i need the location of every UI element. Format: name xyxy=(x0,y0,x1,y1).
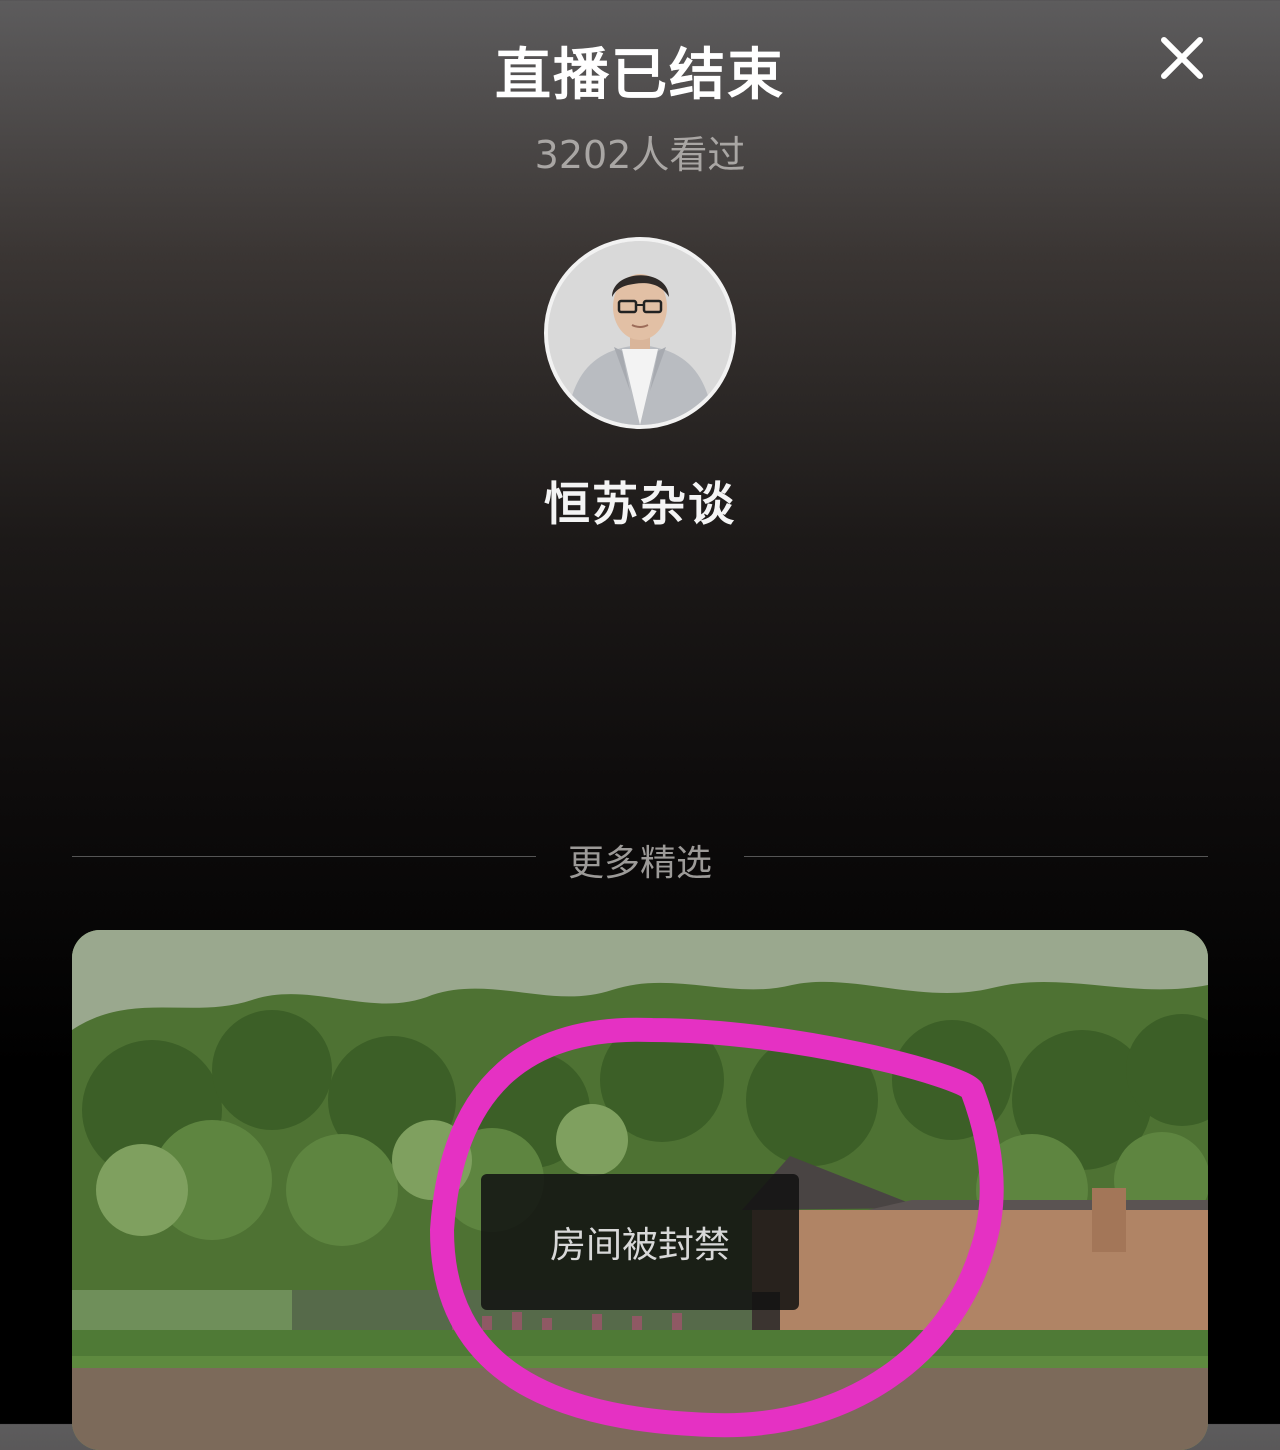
host-name[interactable]: 恒苏杂谈 xyxy=(0,468,1280,534)
avatar[interactable] xyxy=(544,237,736,429)
section-title: 更多精选 xyxy=(567,843,712,884)
more-section-header: 更多精选 xyxy=(72,830,1208,884)
divider-right xyxy=(744,856,1208,857)
recommended-stream-card[interactable]: 房间被封禁 xyxy=(72,930,1208,1450)
page-title: 直播已结束 xyxy=(495,43,785,108)
close-button[interactable] xyxy=(1154,30,1210,86)
room-banned-overlay: 房间被封禁 xyxy=(481,1174,799,1310)
close-icon[interactable] xyxy=(1154,30,1210,86)
viewer-count: 3202人看过 xyxy=(534,133,746,177)
host-avatar-image xyxy=(548,241,732,425)
